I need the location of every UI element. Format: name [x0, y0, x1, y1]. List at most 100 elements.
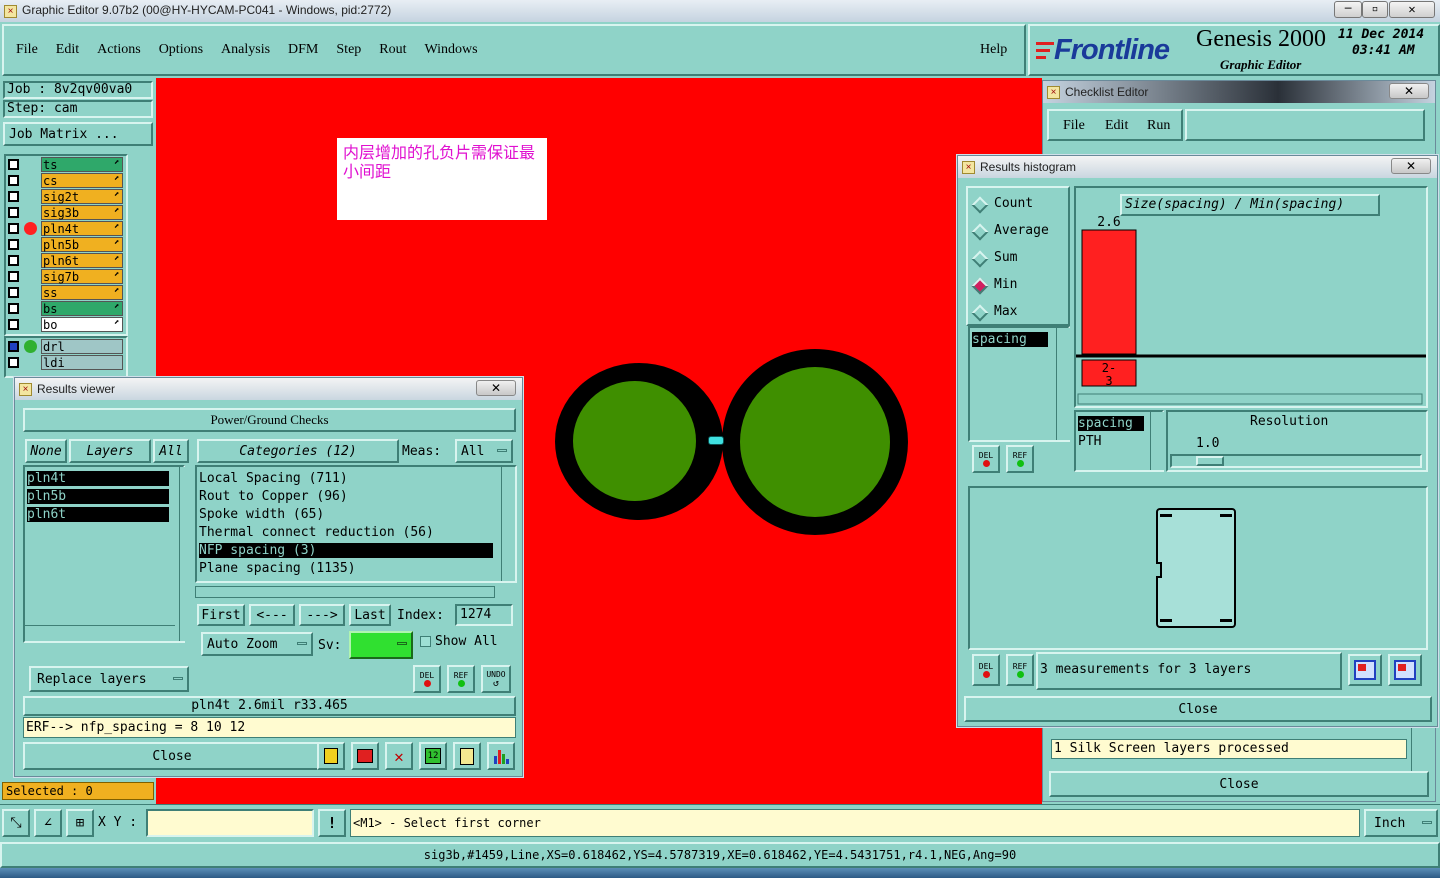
radio-icon[interactable]: [971, 250, 989, 268]
layer-checkbox[interactable]: [8, 207, 19, 218]
layer-name[interactable]: sig3b: [41, 205, 123, 220]
measure-tool-icon[interactable]: [317, 742, 345, 770]
xy-input[interactable]: [146, 809, 314, 837]
highlight-tool-icon[interactable]: [351, 742, 379, 770]
del-button[interactable]: DEL: [413, 665, 441, 693]
category-item[interactable]: Plane spacing (1135): [199, 561, 493, 576]
preview-ref-button[interactable]: REF: [1006, 654, 1034, 686]
result-layer-item[interactable]: pln5b: [27, 489, 169, 504]
category-list[interactable]: Local Spacing (711) Rout to Copper (96) Sp…: [195, 465, 517, 583]
checklist-menu-run[interactable]: Run: [1147, 118, 1170, 134]
menu-options[interactable]: Options: [159, 42, 203, 58]
layer-checkbox[interactable]: [8, 239, 19, 250]
all-layers-button[interactable]: All: [153, 439, 189, 463]
menu-actions[interactable]: Actions: [97, 42, 141, 58]
checklist-menu-edit[interactable]: Edit: [1105, 118, 1128, 134]
menu-dfm[interactable]: DFM: [288, 42, 318, 58]
layer-row-cs[interactable]: cs ⬈: [6, 173, 124, 188]
layer-checkbox[interactable]: [8, 159, 19, 170]
maximize-button[interactable]: ▫: [1362, 1, 1388, 18]
category-list-hscroll[interactable]: [195, 586, 495, 598]
radio-icon[interactable]: [971, 277, 989, 295]
option-min[interactable]: Min: [971, 277, 1068, 295]
histogram-close-button[interactable]: Close: [964, 696, 1432, 722]
layer-name[interactable]: ss: [41, 285, 123, 300]
menu-file[interactable]: File: [16, 42, 38, 58]
layer-checkbox[interactable]: [8, 191, 19, 202]
layer-row-ts[interactable]: ts ⬈: [6, 157, 124, 172]
units-select[interactable]: Inch: [1364, 809, 1438, 837]
option-max[interactable]: Max: [971, 304, 1068, 322]
category-item[interactable]: Spoke width (65): [199, 507, 493, 522]
measure-list[interactable]: spacing: [968, 326, 1070, 442]
result-layer-list[interactable]: pln4t pln5b pln6t: [23, 465, 193, 643]
layer-name[interactable]: sig7b: [41, 269, 123, 284]
radio-icon[interactable]: [971, 196, 989, 214]
histogram-bar[interactable]: [1081, 229, 1137, 355]
layer-name[interactable]: pln6t: [41, 253, 123, 268]
layer-row-drl[interactable]: drl: [6, 339, 124, 354]
checklist-close-button[interactable]: Close: [1049, 771, 1429, 797]
categories-button[interactable]: Categories (12): [197, 439, 399, 463]
resolution-slider[interactable]: [1170, 454, 1422, 468]
layer-checkbox[interactable]: [8, 357, 19, 368]
next-button[interactable]: --->: [299, 604, 345, 626]
layer-row-pln5b[interactable]: pln5b ⬈: [6, 237, 124, 252]
layer-checkbox[interactable]: [8, 255, 19, 266]
histogram-layer-scrollbar[interactable]: [1150, 412, 1164, 470]
right-pad[interactable]: [740, 367, 890, 517]
angle-tool-icon[interactable]: ∠: [34, 809, 62, 837]
undo-button[interactable]: UNDO ↺: [481, 665, 511, 693]
histogram-ref-button[interactable]: REF: [1006, 445, 1034, 473]
preview-del-button[interactable]: DEL: [972, 654, 1000, 686]
menu-help[interactable]: Help: [980, 42, 1007, 58]
layer-row-pln6t[interactable]: pln6t ⬈: [6, 253, 124, 268]
histogram-layer-item[interactable]: PTH: [1078, 434, 1101, 449]
results-viewer-close-button[interactable]: Close: [23, 742, 321, 770]
clear-tool-icon[interactable]: ✕: [385, 742, 413, 770]
layer-row-bs[interactable]: bs ⬈: [6, 301, 124, 316]
resize-tool-icon[interactable]: ⤡: [2, 809, 30, 837]
last-button[interactable]: Last: [349, 604, 391, 626]
layer-row-ss[interactable]: ss ⬈: [6, 285, 124, 300]
layers-button[interactable]: Layers: [69, 439, 151, 463]
first-button[interactable]: First: [197, 604, 245, 626]
layer-row-bo[interactable]: bo ⬈: [6, 317, 124, 332]
histogram-scrollbar[interactable]: [1077, 393, 1423, 405]
grid-tool-icon[interactable]: ⊞: [66, 809, 94, 837]
option-average[interactable]: Average: [971, 223, 1068, 241]
layer-name[interactable]: pln4t: [41, 221, 123, 236]
meas-select[interactable]: All: [455, 439, 513, 463]
layer-checkbox[interactable]: [8, 303, 19, 314]
layer-checkbox[interactable]: [8, 319, 19, 330]
show-all-checkbox[interactable]: [420, 636, 431, 647]
layer-name[interactable]: ts: [41, 157, 123, 172]
measure-list-scrollbar[interactable]: [1056, 328, 1070, 440]
layer-name[interactable]: pln5b: [41, 237, 123, 252]
ref-button[interactable]: REF: [447, 665, 475, 693]
option-count[interactable]: Count: [971, 196, 1068, 214]
layer-list-hscroll[interactable]: [25, 625, 175, 639]
histogram-del-button[interactable]: DEL: [972, 445, 1000, 473]
histogram-close-icon[interactable]: ✕: [1391, 158, 1431, 174]
layer-row-sig2t[interactable]: sig2t ⬈: [6, 189, 124, 204]
none-button[interactable]: None: [25, 439, 67, 463]
resolution-slider-thumb[interactable]: [1196, 456, 1224, 466]
layer-checkbox[interactable]: [8, 223, 19, 234]
menu-analysis[interactable]: Analysis: [221, 42, 270, 58]
checklist-close-icon[interactable]: ✕: [1389, 83, 1429, 99]
results-viewer-close-icon[interactable]: ✕: [476, 380, 516, 396]
layer-name[interactable]: bo: [41, 317, 123, 332]
layer-row-ldi[interactable]: ldi: [6, 355, 124, 370]
menu-windows[interactable]: Windows: [425, 42, 478, 58]
layer-row-sig7b[interactable]: sig7b ⬈: [6, 269, 124, 284]
category-list-scrollbar[interactable]: [501, 467, 515, 581]
measure-list-item[interactable]: spacing: [972, 332, 1048, 347]
job-matrix-button[interactable]: Job Matrix ...: [3, 122, 153, 146]
category-item[interactable]: Local Spacing (711): [199, 471, 493, 486]
index-input[interactable]: 1274: [455, 604, 513, 626]
spacing-marker[interactable]: [708, 436, 724, 445]
close-window-button[interactable]: ✕: [1389, 1, 1435, 18]
histogram-chart[interactable]: Size(spacing) / Min(spacing) 2.6 2- 3: [1074, 186, 1428, 408]
layer-row-sig3b[interactable]: sig3b ⬈: [6, 205, 124, 220]
